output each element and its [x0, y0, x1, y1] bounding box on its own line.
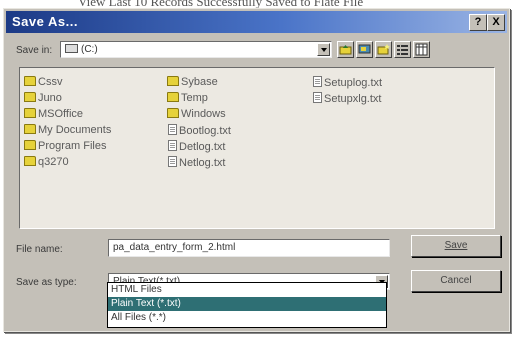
file-item-setuplog[interactable]: Setuplog.txt [312, 76, 382, 90]
desktop-icon[interactable] [356, 41, 373, 58]
file-type-dropdown-list[interactable]: HTML Files Plain Text (*.txt) All Files … [107, 282, 387, 328]
save-button[interactable]: Save [411, 235, 501, 257]
list-view-icon[interactable] [394, 41, 411, 58]
text-file-icon [168, 140, 177, 151]
folder-icon [24, 156, 36, 166]
save-in-value: (C:) [81, 44, 98, 55]
drive-icon [65, 44, 78, 53]
title-bar[interactable]: Save As... ? X [6, 11, 507, 33]
file-item-bootlog[interactable]: Bootlog.txt [167, 124, 231, 138]
item-label: Sybase [181, 76, 218, 88]
save-in-label: Save in: [16, 45, 53, 56]
folder-icon [24, 124, 36, 134]
file-item-detlog[interactable]: Detlog.txt [167, 140, 225, 154]
new-folder-icon[interactable] [375, 41, 392, 58]
item-label: Detlog.txt [179, 141, 226, 153]
folder-item-msoffice[interactable]: MSOffice [24, 108, 83, 122]
file-type-option-all-files[interactable]: All Files (*.*) [108, 311, 386, 325]
folder-icon [167, 92, 179, 102]
save-button-label: Save [444, 240, 468, 251]
file-name-input[interactable]: pa_data_entry_form_2.html [108, 239, 390, 257]
text-file-icon [313, 76, 322, 87]
folder-icon [24, 76, 36, 86]
save-as-type-label: Save as type: [16, 277, 77, 288]
up-folder-icon[interactable] [337, 41, 354, 58]
file-type-option-plain-text[interactable]: Plain Text (*.txt) [108, 297, 386, 311]
item-label: Setupxlg.txt [324, 93, 382, 105]
item-label: Juno [38, 92, 62, 104]
item-label: My Documents [38, 124, 112, 136]
folder-item-q3270[interactable]: q3270 [24, 156, 69, 170]
save-in-combo[interactable]: (C:) [60, 41, 332, 58]
file-name-value: pa_data_entry_form_2.html [113, 242, 236, 253]
item-label: q3270 [38, 156, 69, 168]
item-label: Setuplog.txt [324, 77, 383, 89]
folder-icon [167, 76, 179, 86]
file-list[interactable]: Cssv Juno MSOffice My Documents Program … [19, 67, 495, 229]
item-label: Temp [181, 92, 208, 104]
folder-item-sybase[interactable]: Sybase [167, 76, 218, 90]
folder-item-program-files[interactable]: Program Files [24, 140, 106, 154]
save-in-value-wrap: (C:) [65, 44, 98, 55]
file-item-netlog[interactable]: Netlog.txt [167, 156, 225, 170]
item-label: Bootlog.txt [179, 125, 231, 137]
item-label: Program Files [38, 140, 107, 152]
text-file-icon [168, 156, 177, 167]
file-name-label: File name: [16, 244, 63, 255]
folder-item-juno[interactable]: Juno [24, 92, 62, 106]
item-label: MSOffice [38, 108, 84, 120]
item-label: Windows [181, 108, 226, 120]
details-view-icon[interactable] [413, 41, 430, 58]
folder-item-temp[interactable]: Temp [167, 92, 208, 106]
dialog-title: Save As... [12, 14, 78, 29]
close-button[interactable]: X [487, 14, 505, 31]
folder-icon [24, 92, 36, 102]
folder-item-cssv[interactable]: Cssv [24, 76, 62, 90]
chevron-down-icon[interactable] [317, 43, 330, 56]
text-file-icon [313, 92, 322, 103]
folder-icon [167, 108, 179, 118]
item-label: Cssv [38, 76, 63, 88]
help-button[interactable]: ? [469, 14, 487, 31]
folder-icon [24, 108, 36, 118]
folder-item-windows[interactable]: Windows [167, 108, 226, 122]
item-label: Netlog.txt [179, 157, 226, 169]
folder-item-my-documents[interactable]: My Documents [24, 124, 111, 138]
text-file-icon [168, 124, 177, 135]
file-type-option-html[interactable]: HTML Files [108, 283, 386, 297]
cancel-button[interactable]: Cancel [411, 270, 501, 292]
folder-icon [24, 140, 36, 150]
file-item-setupxlg[interactable]: Setupxlg.txt [312, 92, 381, 106]
